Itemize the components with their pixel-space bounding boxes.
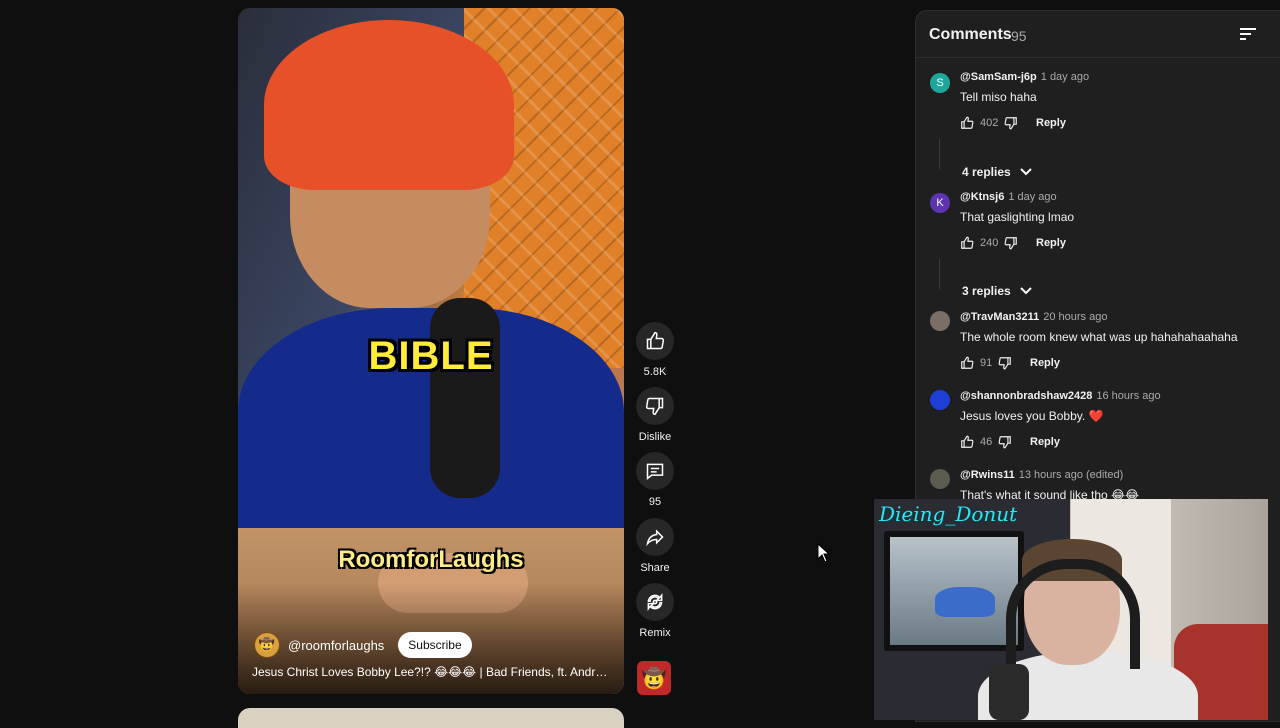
share-label: Share (640, 562, 670, 574)
streamer-name-tag: Dieing_Donut (879, 502, 1018, 526)
comment-actions: 402 Reply (960, 115, 1066, 131)
comments-action: 95 (632, 452, 678, 508)
comment-text: The whole room knew what was up hahahaha… (960, 330, 1238, 344)
comment-actions: 46 Reply (960, 434, 1060, 450)
share-action: Share (632, 518, 678, 574)
comment-meta: @shannonbradshaw2428 16 hours ago (960, 390, 1161, 402)
thumb-up-icon (646, 331, 665, 350)
streamer-headphones (1006, 559, 1140, 669)
reply-button[interactable]: Reply (1030, 357, 1060, 369)
remix-label: Remix (639, 627, 671, 639)
comment-meta: @Rwins11 13 hours ago (edited) (960, 469, 1123, 481)
thumb-down-icon[interactable] (998, 435, 1012, 449)
dislike-label: Dislike (638, 431, 672, 443)
reply-button[interactable]: Reply (1030, 436, 1060, 448)
comment-text: Jesus loves you Bobby. ❤️ (960, 409, 1104, 423)
channel-row: 🤠 @roomforlaughs Subscribe (254, 632, 472, 658)
reply-button[interactable]: Reply (1036, 237, 1066, 249)
comments-header: Comments 95 (916, 11, 1280, 58)
streamer-microphone (989, 664, 1029, 720)
comments-button[interactable] (636, 452, 674, 490)
thumb-up-icon[interactable] (960, 236, 974, 250)
replies-count: 3 replies (962, 284, 1011, 298)
comment-author[interactable]: @TravMan3211 (960, 311, 1039, 323)
orange-beanie (264, 20, 514, 190)
thumb-down-icon[interactable] (1004, 116, 1018, 130)
comment-time[interactable]: 16 hours ago (1096, 390, 1160, 402)
dislike-button[interactable] (636, 387, 674, 425)
comment-time[interactable]: 1 day ago (1041, 71, 1089, 83)
remix-action: Remix (632, 583, 678, 639)
channel-avatar[interactable]: 🤠 (254, 632, 280, 658)
comment-avatar[interactable]: S (930, 73, 950, 93)
sort-icon[interactable] (1237, 24, 1259, 44)
like-count: 46 (980, 436, 993, 448)
short-video-player[interactable]: BIBLE RoomforLaughs 🤠 @roomforlaughs Sub… (238, 8, 624, 694)
podcast-microphone (430, 298, 500, 498)
channel-avatar-small[interactable]: 🤠 (637, 661, 671, 695)
next-short-preview[interactable] (238, 708, 624, 728)
like-count: 240 (980, 237, 999, 249)
comment-author[interactable]: @shannonbradshaw2428 (960, 390, 1092, 402)
video-caption: BIBLE (368, 334, 494, 378)
comment-meta: @TravMan3211 20 hours ago (960, 311, 1107, 323)
like-count: 5.8K (643, 366, 667, 378)
comment-icon (646, 463, 664, 481)
comment-author[interactable]: @SamSam-j6p (960, 71, 1037, 83)
share-icon (646, 529, 664, 547)
comment-time[interactable]: 1 day ago (1008, 191, 1056, 203)
comment-text: Tell miso haha (960, 90, 1037, 104)
comment-meta: @SamSam-j6p 1 day ago (960, 71, 1089, 83)
thumb-up-icon[interactable] (960, 435, 974, 449)
replies-count: 4 replies (962, 165, 1011, 179)
reply-button[interactable]: Reply (1036, 117, 1066, 129)
comment-meta: @Ktnsj6 1 day ago (960, 191, 1057, 203)
replies-toggle[interactable]: 4 replies (962, 165, 1033, 179)
thumb-up-icon[interactable] (960, 356, 974, 370)
like-count: 91 (980, 357, 993, 369)
like-count: 402 (980, 117, 999, 129)
car-on-screen (935, 587, 995, 617)
chevron-down-icon (1019, 168, 1032, 176)
chevron-down-icon (1019, 287, 1032, 295)
comment-actions: 240 Reply (960, 235, 1066, 251)
comment-count: 95 (648, 496, 662, 508)
thumb-up-icon[interactable] (960, 116, 974, 130)
comment-time[interactable]: 13 hours ago (edited) (1019, 469, 1124, 481)
comment-avatar[interactable] (930, 311, 950, 331)
remix-icon (647, 593, 663, 611)
comments-title: Comments (929, 26, 1012, 43)
thumb-down-icon[interactable] (998, 356, 1012, 370)
comment-text: That gaslighting lmao (960, 210, 1075, 224)
comment-time[interactable]: 20 hours ago (1043, 311, 1107, 323)
share-button[interactable] (636, 518, 674, 556)
comments-count: 95 (1011, 28, 1027, 44)
comment-avatar[interactable] (930, 469, 950, 489)
comment-actions: 91 Reply (960, 355, 1060, 371)
comment-author[interactable]: @Ktnsj6 (960, 191, 1004, 203)
video-title[interactable]: Jesus Christ Loves Bobby Lee?!? 😂😂😂 | Ba… (252, 665, 612, 679)
dislike-action: Dislike (632, 387, 678, 443)
remix-button[interactable] (636, 583, 674, 621)
thread-line (939, 259, 940, 289)
like-button[interactable] (636, 322, 674, 360)
monitor-screen (890, 537, 1018, 645)
webcam-overlay: Dieing_Donut (874, 499, 1268, 720)
thumb-down-icon (645, 397, 664, 416)
thumb-down-icon[interactable] (1004, 236, 1018, 250)
mouse-cursor-icon (817, 543, 831, 563)
replies-toggle[interactable]: 3 replies (962, 284, 1033, 298)
thread-line (939, 139, 940, 169)
subscribe-button[interactable]: Subscribe (398, 632, 472, 658)
background-monitor (884, 531, 1024, 651)
video-watermark: RoomforLaughs (338, 546, 524, 573)
like-action: 5.8K (632, 322, 678, 378)
channel-handle[interactable]: @roomforlaughs (288, 638, 384, 653)
comment-avatar[interactable] (930, 390, 950, 410)
comment-author[interactable]: @Rwins11 (960, 469, 1015, 481)
comment-avatar[interactable]: K (930, 193, 950, 213)
